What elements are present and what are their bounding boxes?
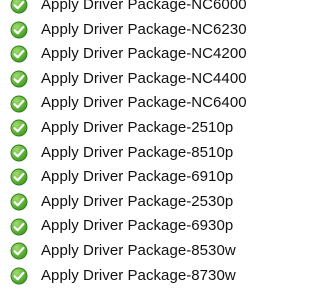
list-item[interactable]: Apply Driver Package-NC4400 bbox=[10, 67, 273, 92]
item-label: Apply Driver Package-8510p bbox=[41, 143, 234, 161]
check-circle-icon bbox=[10, 45, 28, 63]
check-circle-icon bbox=[10, 95, 28, 113]
list-item[interactable]: Apply Driver Package-8530w bbox=[10, 239, 273, 264]
list-item[interactable]: Apply Driver Package-8730w bbox=[10, 264, 273, 289]
item-label: Apply Driver Package-NC4400 bbox=[41, 69, 247, 87]
check-circle-icon bbox=[10, 267, 28, 285]
item-label: Apply Driver Package-8730w bbox=[41, 266, 236, 284]
item-label: Apply Driver Package-NC4200 bbox=[41, 45, 247, 63]
item-label: Apply Driver Package-NC6230 bbox=[41, 20, 247, 38]
item-label: Apply Driver Package-2510p bbox=[41, 118, 234, 136]
list-item[interactable]: Apply Driver Package-NC6000 bbox=[10, 0, 273, 18]
check-circle-icon bbox=[10, 242, 28, 260]
list-item[interactable]: Apply Driver Package-6910p bbox=[10, 165, 273, 190]
item-label: Apply Driver Package-6930p bbox=[41, 217, 234, 235]
item-label: Apply Driver Package-2530p bbox=[41, 192, 234, 210]
item-label: Apply Driver Package-NC6000 bbox=[41, 0, 247, 13]
item-label: Apply Driver Package-NC6400 bbox=[41, 94, 247, 112]
list-item[interactable]: Apply Driver Package-NC6400 bbox=[10, 91, 273, 116]
check-circle-icon bbox=[10, 0, 28, 14]
list-item[interactable]: Apply Driver Package-2510p bbox=[10, 116, 273, 141]
check-circle-icon bbox=[10, 119, 28, 137]
check-circle-icon bbox=[10, 70, 28, 88]
item-label: Apply Driver Package-6910p bbox=[41, 168, 234, 186]
list-item[interactable]: Apply Driver Package-NC6230 bbox=[10, 18, 273, 43]
list-item[interactable]: Apply Driver Package-8510p bbox=[10, 141, 273, 166]
check-circle-icon bbox=[10, 21, 28, 39]
list-item[interactable]: Apply Driver Package-NC4200 bbox=[10, 42, 273, 67]
check-circle-icon bbox=[10, 218, 28, 236]
item-label: Apply Driver Package-8530w bbox=[41, 241, 236, 259]
task-list: Apply Driver Package-NC6000 Apply Driver… bbox=[10, 0, 273, 288]
list-item[interactable]: Apply Driver Package-6930p bbox=[10, 214, 273, 239]
check-circle-icon bbox=[10, 193, 28, 211]
check-circle-icon bbox=[10, 168, 28, 186]
list-item[interactable]: Apply Driver Package-2530p bbox=[10, 190, 273, 215]
check-circle-icon bbox=[10, 144, 28, 162]
